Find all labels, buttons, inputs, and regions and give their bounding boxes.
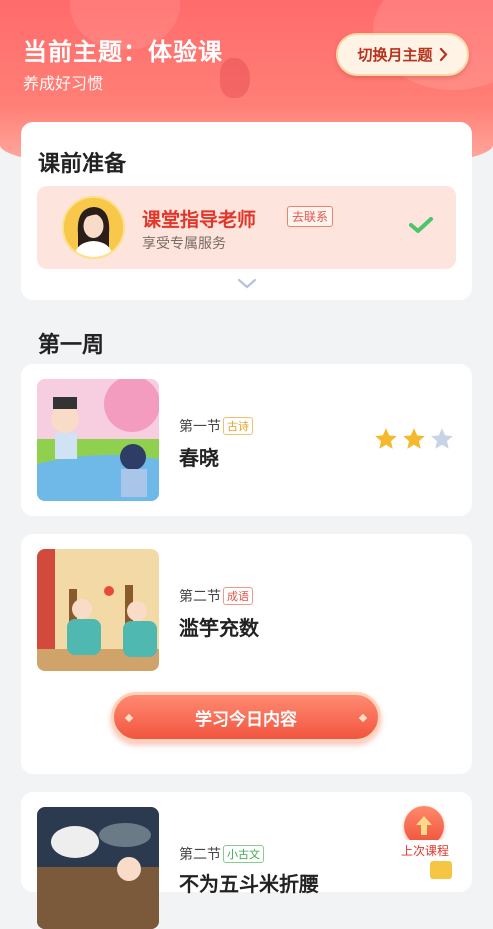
theme-subtitle: 养成好习惯 <box>23 74 104 93</box>
lesson-thumbnail <box>37 379 159 501</box>
lesson-thumbnail <box>37 549 159 671</box>
decor-shape <box>220 58 250 98</box>
lesson-tag: 成语 <box>223 587 253 605</box>
lesson-tag: 小古文 <box>223 845 264 863</box>
prep-title: 课前准备 <box>38 152 127 177</box>
study-today-label: 学习今日内容 <box>195 709 297 730</box>
teacher-name: 课堂指导老师 <box>142 209 257 231</box>
lock-icon <box>430 861 452 879</box>
lesson-card[interactable]: 第一节 古诗 春晓 <box>21 364 472 516</box>
lesson-section: 第一节 古诗 <box>179 416 253 436</box>
lesson-card[interactable]: 第二节 成语 滥竽充数 学习今日内容 <box>21 534 472 774</box>
chevron-down-icon[interactable] <box>237 278 257 290</box>
last-course-label: 上次课程 <box>392 840 458 861</box>
star-rating <box>373 426 455 452</box>
diamond-icon <box>358 713 368 723</box>
lesson-thumbnail <box>37 807 159 929</box>
lesson-title: 春晓 <box>179 446 219 470</box>
last-course-button[interactable]: 上次课程 <box>392 806 458 864</box>
teacher-contact-row[interactable]: 课堂指导老师 去联系 享受专属服务 <box>37 186 456 269</box>
theme-title: 当前主题：体验课 <box>23 38 223 66</box>
prep-card: 课前准备 课堂指导老师 去联系 享受专属服务 <box>21 122 472 300</box>
diamond-icon <box>124 713 134 723</box>
switch-theme-button[interactable]: 切换月主题 <box>336 33 469 76</box>
chevron-right-icon <box>439 48 447 61</box>
lesson-title: 不为五斗米折腰 <box>179 872 319 896</box>
switch-theme-label: 切换月主题 <box>357 46 433 64</box>
star-icon <box>431 428 453 449</box>
contact-link[interactable]: 去联系 <box>287 206 334 227</box>
check-icon <box>409 217 433 233</box>
teacher-subtitle: 享受专属服务 <box>142 236 226 252</box>
lesson-tag: 古诗 <box>223 417 253 435</box>
lesson-section: 第二节 小古文 <box>179 844 264 864</box>
week-title: 第一周 <box>38 333 105 358</box>
lesson-title: 滥竽充数 <box>179 616 259 640</box>
study-today-button[interactable]: 学习今日内容 <box>111 692 381 742</box>
teacher-avatar <box>62 196 125 259</box>
star-icon <box>375 428 397 449</box>
lesson-section: 第二节 成语 <box>179 586 253 606</box>
star-icon <box>403 428 425 449</box>
